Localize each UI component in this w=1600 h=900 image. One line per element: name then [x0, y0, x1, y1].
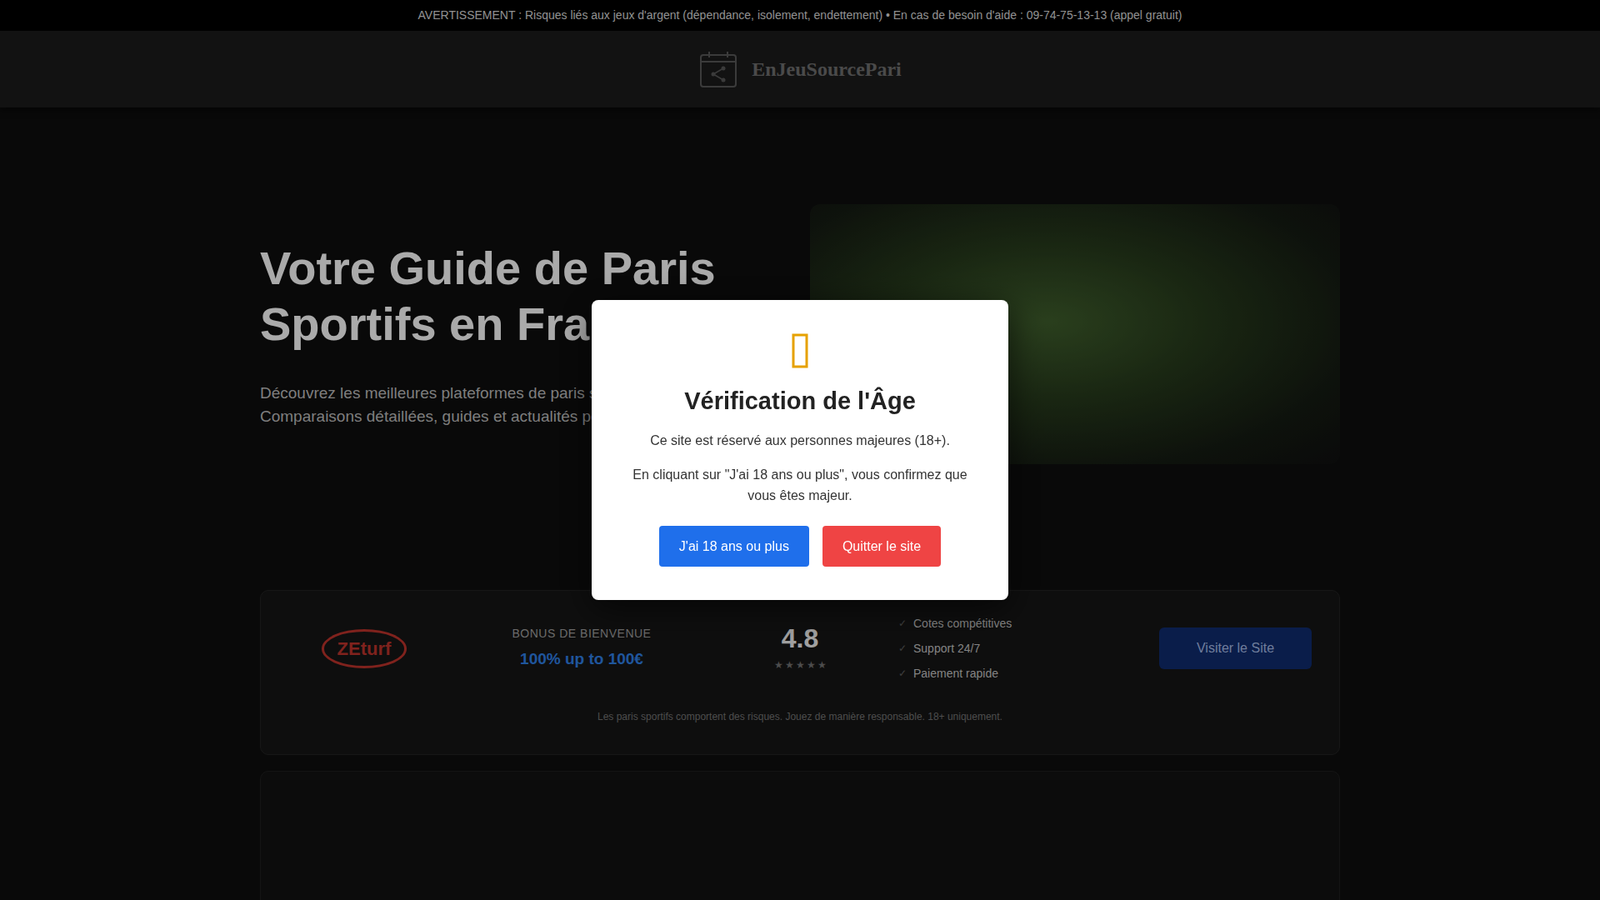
modal-text: En cliquant sur "J'ai 18 ans ou plus", v… [628, 464, 972, 506]
modal-title: Vérification de l'Âge [628, 386, 972, 416]
confirm-age-button[interactable]: J'ai 18 ans ou plus [659, 525, 810, 567]
modal-buttons: J'ai 18 ans ou plus Quitter le site [628, 525, 972, 567]
modal-overlay: Vérification de l'Âge Ce site est réservé… [0, 0, 1600, 900]
missing-glyph-icon [791, 333, 809, 369]
modal-text: Ce site est réservé aux personnes majeur… [628, 430, 972, 451]
leave-site-button[interactable]: Quitter le site [822, 525, 941, 567]
age-verification-modal: Vérification de l'Âge Ce site est réservé… [591, 300, 1009, 601]
